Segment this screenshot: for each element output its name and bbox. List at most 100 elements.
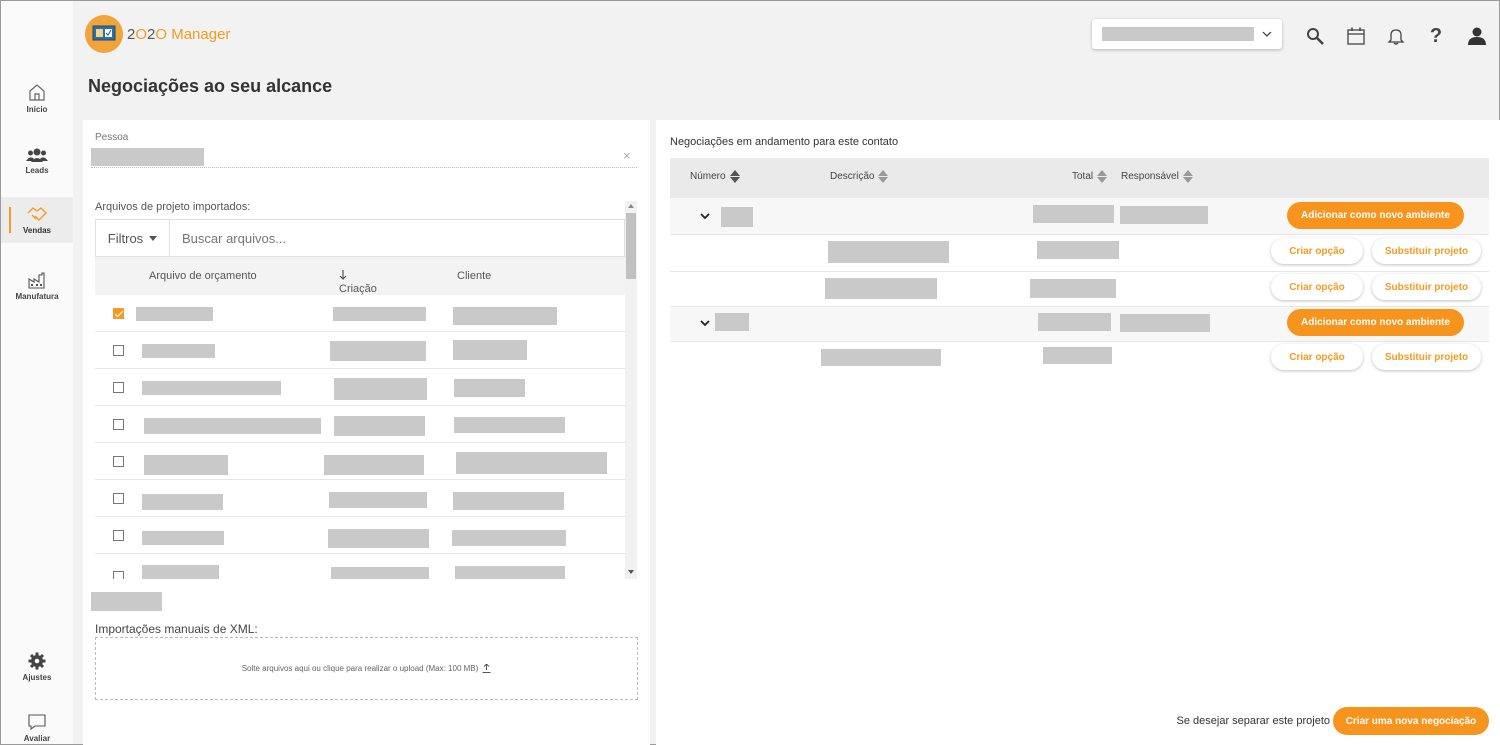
- row-checkbox[interactable]: [113, 456, 124, 467]
- redacted-cell: [136, 307, 213, 321]
- redacted-cell: [821, 349, 941, 366]
- scroll-down-icon: [628, 570, 634, 574]
- redacted-cell: [334, 378, 427, 400]
- sidebar-item-label: Início: [26, 105, 48, 114]
- table-row[interactable]: [95, 554, 625, 579]
- files-scrollbar[interactable]: [625, 201, 637, 579]
- column-label: Responsável: [1121, 171, 1179, 182]
- redacted-cell: [453, 307, 557, 325]
- calendar-icon[interactable]: [1345, 25, 1367, 47]
- redacted-cell: [1043, 347, 1112, 364]
- sidebar-item-label: Vendas: [22, 226, 51, 235]
- row-checkbox[interactable]: [113, 530, 124, 541]
- person-field-underline: [91, 167, 637, 168]
- replace-project-button[interactable]: Substituir projeto: [1372, 274, 1481, 300]
- redacted-cell: [453, 340, 527, 360]
- negotiation-option-row[interactable]: Criar opção Substituir projeto: [670, 342, 1489, 377]
- negotiation-row[interactable]: Adicionar como novo ambiente: [670, 198, 1489, 235]
- add-environment-button[interactable]: Adicionar como novo ambiente: [1287, 309, 1464, 336]
- column-client[interactable]: Cliente: [457, 270, 491, 282]
- redacted-cell: [329, 492, 427, 508]
- sidebar-item-leads[interactable]: Leads: [1, 138, 73, 184]
- table-row[interactable]: [95, 369, 625, 406]
- sidebar-item-label: Manufatura: [15, 292, 59, 301]
- scrollbar-thumb[interactable]: [626, 213, 636, 279]
- caret-down-icon: [149, 235, 158, 241]
- app-logo[interactable]: 2O2O Manager: [85, 15, 230, 53]
- row-checkbox[interactable]: [113, 382, 124, 393]
- column-file[interactable]: Arquivo de orçamento: [149, 270, 257, 282]
- redacted-cell: [142, 565, 219, 579]
- search-input[interactable]: [170, 220, 624, 256]
- redacted-cell: [1038, 313, 1111, 331]
- factory-icon: [28, 272, 45, 289]
- chat-icon: [28, 714, 46, 731]
- redacted-cell: [454, 379, 525, 397]
- table-row[interactable]: [95, 295, 625, 332]
- sort-icon: [878, 170, 889, 183]
- row-checkbox[interactable]: [113, 493, 124, 504]
- redacted-cell: [328, 529, 429, 548]
- row-checkbox[interactable]: [113, 419, 124, 430]
- chevron-down-icon[interactable]: [700, 213, 710, 220]
- chevron-down-icon[interactable]: [700, 320, 710, 327]
- redacted-cell: [452, 530, 566, 546]
- negotiation-option-row[interactable]: Criar opção Substituir projeto: [670, 235, 1489, 272]
- redacted-value: [1102, 27, 1255, 41]
- bell-icon[interactable]: [1385, 25, 1407, 47]
- negotiation-row[interactable]: Adicionar como novo ambiente: [670, 307, 1489, 342]
- create-option-button[interactable]: Criar opção: [1271, 238, 1363, 264]
- sidebar-item-ajustes[interactable]: Ajustes: [1, 644, 73, 690]
- redacted-cell: [1120, 206, 1208, 224]
- person-value[interactable]: [91, 148, 204, 166]
- negotiations-card: Negociações em andamento para este conta…: [656, 120, 1500, 745]
- column-description[interactable]: Descrição: [830, 170, 889, 183]
- table-row[interactable]: [95, 443, 625, 480]
- new-negotiation-button[interactable]: Criar uma nova negociação: [1333, 707, 1489, 735]
- app-name: 2O2O Manager: [127, 25, 231, 43]
- sidebar-item-label: Ajustes: [22, 673, 52, 682]
- redacted-cell: [721, 207, 753, 227]
- sidebar-item-vendas[interactable]: Vendas: [1, 197, 73, 243]
- redacted-cell: [456, 452, 607, 474]
- row-checkbox[interactable]: [113, 345, 124, 356]
- help-icon[interactable]: ?: [1425, 25, 1447, 47]
- sidebar-item-inicio[interactable]: Início: [1, 75, 73, 121]
- redacted-cell: [142, 531, 224, 545]
- filters-dropdown[interactable]: Filtros: [96, 220, 170, 256]
- sidebar-item-avaliar[interactable]: Avaliar: [1, 705, 73, 745]
- redacted-cell: [142, 381, 281, 395]
- table-row[interactable]: [95, 480, 625, 517]
- sidebar-item-manufatura[interactable]: Manufatura: [1, 263, 73, 309]
- users-icon: [26, 148, 48, 162]
- redacted-cell: [144, 418, 321, 434]
- manual-import-label: Importações manuais de XML:: [95, 622, 258, 636]
- table-row[interactable]: [95, 406, 625, 443]
- company-select[interactable]: [1092, 19, 1282, 49]
- redacted-cell: [1120, 314, 1210, 332]
- search-icon[interactable]: [1304, 25, 1326, 47]
- replace-project-button[interactable]: Substituir projeto: [1372, 344, 1481, 370]
- column-responsible[interactable]: Responsável: [1121, 170, 1193, 183]
- row-checkbox[interactable]: [113, 308, 124, 319]
- column-number[interactable]: Número: [690, 170, 740, 183]
- clear-icon[interactable]: ×: [623, 148, 631, 163]
- dropzone-text: Solte arquivos aqui ou clique para reali…: [241, 664, 479, 673]
- row-checkbox[interactable]: [113, 571, 124, 579]
- replace-project-button[interactable]: Substituir projeto: [1372, 238, 1481, 264]
- column-total[interactable]: Total: [1072, 170, 1108, 183]
- logo-badge-icon: [85, 15, 123, 53]
- create-option-button[interactable]: Criar opção: [1271, 344, 1363, 370]
- column-created[interactable]: Criação: [339, 270, 377, 295]
- upload-dropzone[interactable]: Solte arquivos aqui ou clique para reali…: [95, 637, 638, 700]
- negotiation-option-row[interactable]: Criar opção Substituir projeto: [670, 272, 1489, 307]
- sort-icon: [1182, 170, 1193, 183]
- user-icon[interactable]: [1466, 25, 1488, 47]
- add-environment-button[interactable]: Adicionar como novo ambiente: [1287, 202, 1464, 229]
- redacted-cell: [454, 417, 565, 433]
- table-row[interactable]: [95, 517, 625, 554]
- help-glyph: ?: [1429, 24, 1443, 47]
- create-option-button[interactable]: Criar opção: [1271, 274, 1363, 300]
- table-row[interactable]: [95, 332, 625, 369]
- person-label: Pessoa: [95, 132, 129, 143]
